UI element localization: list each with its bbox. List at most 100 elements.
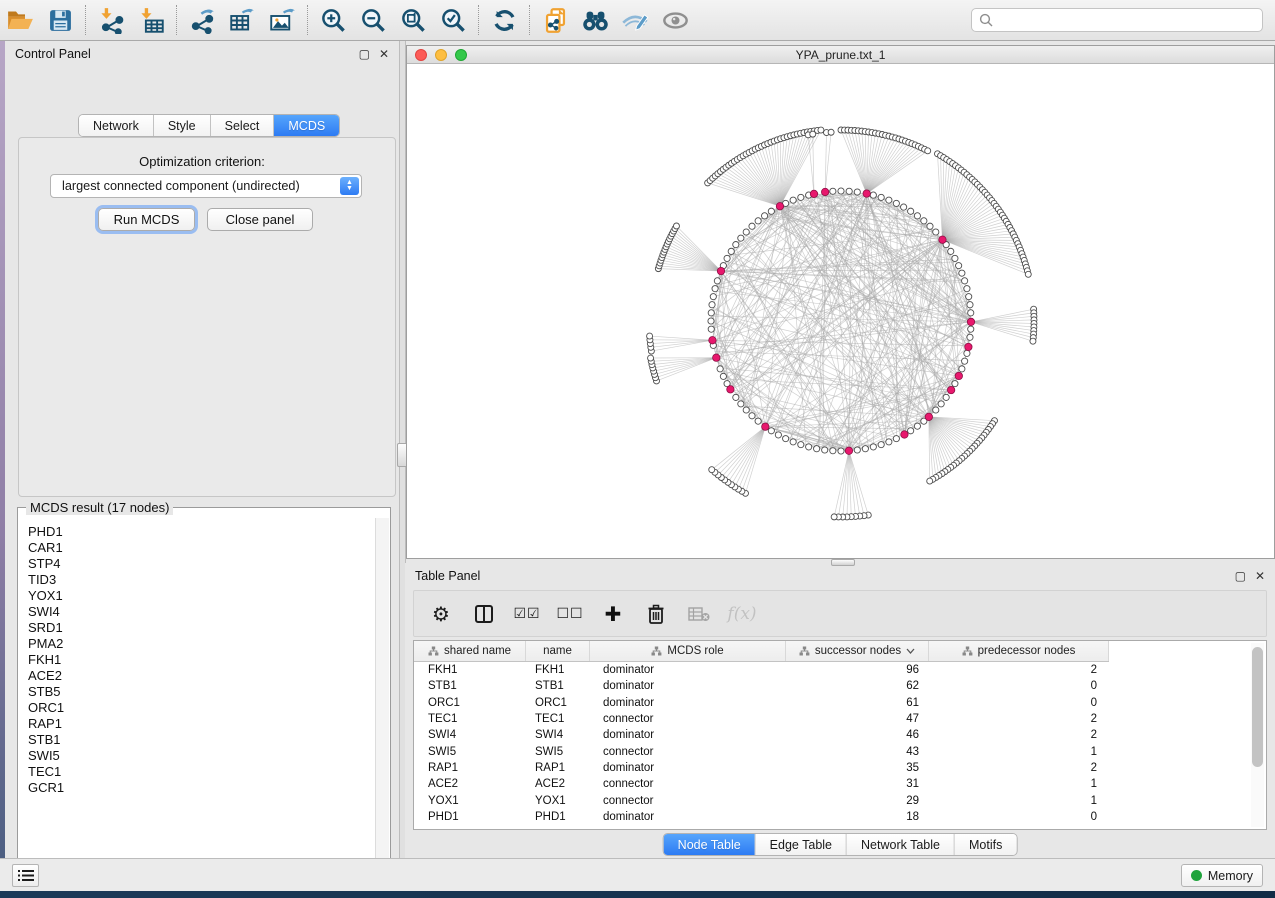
- control-panel-title: Control Panel: [15, 47, 91, 61]
- table-row[interactable]: ORC1ORC1dominator610: [414, 695, 1266, 711]
- column-layout-button[interactable]: [471, 601, 497, 627]
- plus-icon: ✚: [605, 602, 622, 626]
- mcds-result-item[interactable]: TEC1: [28, 764, 375, 780]
- delete-column-button[interactable]: [643, 601, 669, 627]
- tab-node-table[interactable]: Node Table: [664, 834, 756, 855]
- mcds-result-item[interactable]: ACE2: [28, 668, 375, 684]
- search-box[interactable]: [971, 8, 1263, 32]
- table-scrollbar-thumb[interactable]: [1252, 647, 1263, 767]
- table-cell: 62: [786, 680, 929, 692]
- task-history-button[interactable]: [12, 864, 39, 887]
- mcds-result-item[interactable]: YOX1: [28, 588, 375, 604]
- mcds-result-item[interactable]: STB1: [28, 732, 375, 748]
- table-row[interactable]: RAP1RAP1dominator352: [414, 760, 1266, 776]
- mcds-result-item[interactable]: TID3: [28, 572, 375, 588]
- import-table-button[interactable]: [131, 3, 171, 37]
- node-table: shared name name MCDS role successor nod…: [413, 640, 1267, 830]
- table-row[interactable]: SWI4SWI4dominator462: [414, 727, 1266, 743]
- function-builder-button[interactable]: f(x): [729, 601, 755, 627]
- tab-network-table[interactable]: Network Table: [847, 834, 955, 855]
- table-row[interactable]: FKH1FKH1dominator962: [414, 662, 1266, 678]
- import-network-button[interactable]: [91, 3, 131, 37]
- mcds-result-item[interactable]: RAP1: [28, 716, 375, 732]
- mcds-result-item[interactable]: GCR1: [28, 780, 375, 796]
- refresh-button[interactable]: [484, 3, 524, 37]
- search-icon: [979, 13, 993, 27]
- tab-mcds[interactable]: MCDS: [274, 115, 339, 136]
- mcds-result-item[interactable]: SWI5: [28, 748, 375, 764]
- search-input[interactable]: [998, 13, 1262, 27]
- hide-all-columns-button[interactable]: ☐☐: [557, 601, 583, 627]
- table-cell: FKH1: [526, 664, 590, 676]
- column-header-shared-name[interactable]: shared name: [414, 641, 526, 661]
- tree-icon: [428, 646, 439, 656]
- save-icon: [48, 8, 73, 33]
- column-header-name[interactable]: name: [526, 641, 590, 661]
- table-row[interactable]: SWI5SWI5connector431: [414, 743, 1266, 759]
- network-window-titlebar[interactable]: YPA_prune.txt_1: [407, 46, 1274, 64]
- table-cell: dominator: [590, 729, 786, 741]
- mcds-result-item[interactable]: SRD1: [28, 620, 375, 636]
- trash-icon: [647, 604, 665, 624]
- tab-edge-table[interactable]: Edge Table: [756, 834, 847, 855]
- mcds-result-item[interactable]: STP4: [28, 556, 375, 572]
- table-cell: PHD1: [526, 811, 590, 823]
- delete-table-button[interactable]: [686, 601, 712, 627]
- table-row[interactable]: TEC1TEC1connector472: [414, 711, 1266, 727]
- mcds-result-item[interactable]: PHD1: [28, 524, 375, 540]
- column-header-mcds-role[interactable]: MCDS role: [590, 641, 786, 661]
- table-settings-button[interactable]: ⚙: [428, 601, 454, 627]
- export-table-button[interactable]: [222, 3, 262, 37]
- optimization-criterion-select[interactable]: largest connected component (undirected)…: [50, 174, 362, 198]
- export-image-button[interactable]: [262, 3, 302, 37]
- run-mcds-button[interactable]: Run MCDS: [98, 208, 195, 231]
- close-panel-icon[interactable]: ✕: [379, 47, 389, 61]
- import-network-icon: [98, 7, 125, 34]
- open-file-button[interactable]: [0, 3, 40, 37]
- save-session-button[interactable]: [40, 3, 80, 37]
- mcds-result-item[interactable]: CAR1: [28, 540, 375, 556]
- export-network-icon: [189, 7, 216, 34]
- zoom-selected-button[interactable]: [433, 3, 473, 37]
- eye-pen-icon: [621, 8, 650, 33]
- zoom-fit-button[interactable]: [393, 3, 433, 37]
- show-all-columns-button[interactable]: ☑☑: [514, 601, 540, 627]
- float-panel-icon[interactable]: ▢: [359, 47, 370, 61]
- delete-table-icon: [688, 606, 710, 622]
- memory-button[interactable]: Memory: [1181, 864, 1263, 887]
- tree-icon: [651, 646, 662, 656]
- zoom-in-button[interactable]: [313, 3, 353, 37]
- mcds-list-scrollbar[interactable]: [375, 518, 389, 877]
- table-cell: connector: [590, 713, 786, 725]
- mcds-result-item[interactable]: FKH1: [28, 652, 375, 668]
- close-panel-icon[interactable]: ✕: [1255, 569, 1265, 583]
- tab-network[interactable]: Network: [79, 115, 154, 136]
- mcds-result-item[interactable]: SWI4: [28, 604, 375, 620]
- network-graph[interactable]: [407, 64, 1274, 558]
- zoom-out-button[interactable]: [353, 3, 393, 37]
- table-row[interactable]: PHD1PHD1dominator180: [414, 809, 1266, 825]
- table-row[interactable]: YOX1YOX1connector291: [414, 792, 1266, 808]
- share-document-icon: [542, 7, 569, 34]
- mcds-result-item[interactable]: STB5: [28, 684, 375, 700]
- column-header-predecessor-nodes[interactable]: predecessor nodes: [929, 641, 1109, 661]
- mcds-result-item[interactable]: ORC1: [28, 700, 375, 716]
- table-row[interactable]: STB1STB1dominator620: [414, 678, 1266, 694]
- horizontal-splitter-handle[interactable]: [831, 559, 855, 566]
- tab-select[interactable]: Select: [211, 115, 275, 136]
- binoculars-button[interactable]: [575, 3, 615, 37]
- show-graphics-details-button[interactable]: [615, 3, 655, 37]
- float-panel-icon[interactable]: ▢: [1235, 569, 1246, 583]
- table-scrollbar[interactable]: [1251, 643, 1264, 827]
- export-network-button[interactable]: [182, 3, 222, 37]
- close-panel-button[interactable]: Close panel: [207, 208, 313, 231]
- mcds-result-item[interactable]: PMA2: [28, 636, 375, 652]
- create-column-button[interactable]: ✚: [600, 601, 626, 627]
- share-document-button[interactable]: [535, 3, 575, 37]
- table-panel-title: Table Panel: [415, 569, 480, 583]
- tab-motifs[interactable]: Motifs: [955, 834, 1016, 855]
- tab-style[interactable]: Style: [154, 115, 211, 136]
- hide-graphics-details-button[interactable]: [655, 3, 695, 37]
- column-header-successor-nodes[interactable]: successor nodes: [786, 641, 929, 661]
- table-row[interactable]: ACE2ACE2connector311: [414, 776, 1266, 792]
